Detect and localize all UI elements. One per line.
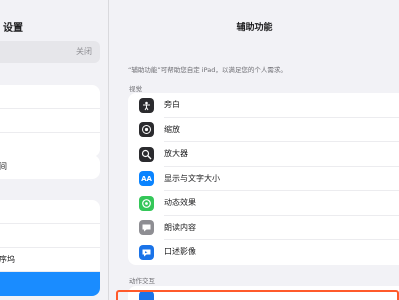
voiceover-icon xyxy=(139,97,154,113)
highlight-box xyxy=(116,290,399,300)
list-item-spoken-content[interactable]: 朗读内容 xyxy=(128,216,399,240)
page-description: “辅助功能”可帮助您自定 iPad，以满足您的个人需求。 xyxy=(128,66,287,74)
list-item-label: 朗读内容 xyxy=(164,216,399,240)
magnifier-icon xyxy=(139,146,154,162)
sidebar-group-1 xyxy=(0,85,100,157)
search-close-label[interactable]: 关闭 xyxy=(76,46,92,57)
search-field[interactable]: 关闭 xyxy=(0,41,100,63)
settings-sidebar: 设置 关闭 间 序坞 xyxy=(0,0,109,300)
vision-list: 旁白 缩放 放大器 AA 显示与文字大小 动态效果 朗读内容 口述影像 xyxy=(128,93,399,265)
page-title: 辅助功能 xyxy=(236,23,273,33)
list-item-label: 口述影像 xyxy=(164,247,196,256)
zoom-icon xyxy=(139,122,154,138)
list-item-voiceover[interactable]: 旁白 xyxy=(128,93,399,118)
list-item-motion[interactable]: 动态效果 xyxy=(128,191,399,216)
text-size-icon: AA xyxy=(139,171,154,187)
audio-description-icon xyxy=(139,244,154,260)
list-item-label: 动态效果 xyxy=(164,191,399,216)
section-header-interaction: 动作交互 xyxy=(129,277,155,285)
motion-icon xyxy=(139,195,154,211)
sidebar-item-label: 间 xyxy=(0,155,7,179)
list-item-display-text-size[interactable]: AA 显示与文字大小 xyxy=(128,167,399,191)
sidebar-group-3: 序坞 xyxy=(0,200,100,296)
sidebar-item-selected[interactable] xyxy=(0,272,100,296)
sidebar-item[interactable] xyxy=(0,85,100,109)
sidebar-item[interactable] xyxy=(0,224,100,248)
list-item-label: 显示与文字大小 xyxy=(164,167,399,191)
list-item-label: 放大器 xyxy=(164,142,399,167)
list-item-label: 缩放 xyxy=(164,118,399,142)
section-header-vision: 视觉 xyxy=(129,85,142,93)
sidebar-group-2: 间 xyxy=(0,155,100,179)
sidebar-item[interactable] xyxy=(0,200,100,224)
sidebar-title: 设置 xyxy=(3,23,23,34)
sidebar-item[interactable] xyxy=(0,133,100,157)
list-item-audio-descriptions[interactable]: 口述影像 xyxy=(128,240,399,265)
list-item-magnifier[interactable]: 放大器 xyxy=(128,142,399,167)
sidebar-item[interactable] xyxy=(0,109,100,133)
sidebar-item-label: 序坞 xyxy=(0,255,15,264)
list-item-label: 旁白 xyxy=(164,93,399,118)
sidebar-item[interactable]: 间 xyxy=(0,155,100,179)
accessibility-panel: 辅助功能 “辅助功能”可帮助您自定 iPad，以满足您的个人需求。 视觉 旁白 … xyxy=(110,0,399,300)
sidebar-item[interactable]: 序坞 xyxy=(0,248,100,272)
speech-bubble-icon xyxy=(139,220,154,236)
list-item-zoom[interactable]: 缩放 xyxy=(128,118,399,142)
